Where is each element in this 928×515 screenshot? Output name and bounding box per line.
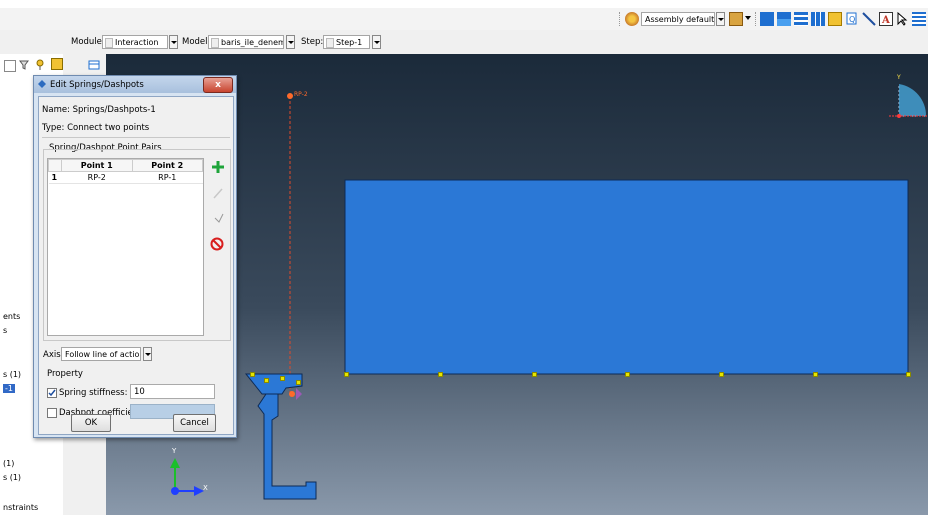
context-bar: Module: Interaction Model: baris_ile_den… [0,30,928,54]
camera-icon[interactable] [828,12,842,26]
cell-point1[interactable]: RP-2 [61,171,132,184]
node-marker [250,372,255,377]
chevron-down-icon[interactable] [744,14,752,22]
rp2-label: RP-2 [294,91,308,98]
assembly-defaults-combo[interactable]: Assembly defaults [641,12,715,26]
view-box-icon[interactable] [760,12,774,26]
rp1-arrow [296,388,302,400]
part-rectangle [344,179,909,375]
dialog-titlebar[interactable]: Edit Springs/Dashpots x [34,76,236,93]
pairs-group: Point 1 Point 2 1 RP-2 RP-1 [43,149,231,341]
view-columns-icon[interactable] [811,12,825,26]
dialog-body: Name: Springs/Dashpots-1 Type: Connect t… [38,96,234,435]
svg-text:A: A [881,15,890,26]
tree-item[interactable]: (1) [3,459,14,468]
tree-item[interactable]: s (1) [3,473,21,482]
assembly-defaults-label: Assembly defaults [645,15,715,24]
col-point1-header[interactable]: Point 1 [61,159,133,172]
node-marker [344,372,349,377]
spring-type: Type: Connect two points [42,123,150,133]
spring-name: Name: Springs/Dashpots-1 [42,105,156,115]
svg-text:Q: Q [849,15,855,24]
text-annotation-icon[interactable]: A [879,12,893,26]
axis-dropdown-arrow[interactable] [143,347,152,361]
toolbar-view: Assembly defaults Q A [0,8,928,31]
model-dropdown-arrow[interactable] [286,35,295,49]
edit-springs-dialog[interactable]: Edit Springs/Dashpots x Name: Springs/Da… [33,75,237,438]
tree-item-selected[interactable]: -1 [3,384,15,393]
dialog-title: Edit Springs/Dashpots [50,80,144,90]
tree-copy-icon[interactable] [4,60,16,72]
spring-stiffness-checkbox[interactable] [47,388,57,398]
row-index: 1 [48,171,62,184]
rp1-marker [289,391,295,397]
pick-icon[interactable] [211,212,225,226]
tree-item[interactable]: nstraints [3,503,38,512]
node-marker [438,372,443,377]
toolbox-icon[interactable] [88,59,100,71]
col-point2-header[interactable]: Point 2 [131,159,203,172]
ok-button[interactable]: OK [71,414,111,432]
delete-row-icon[interactable] [210,237,224,251]
dialog-app-icon [37,79,47,89]
step-dropdown-arrow[interactable] [372,35,381,49]
step-value: Step-1 [336,38,363,47]
module-value: Interaction [115,38,159,47]
view-layers-icon[interactable] [794,12,808,26]
palette-icon[interactable] [625,12,639,26]
triad-y-label: Y [172,447,177,455]
channel-part [257,393,317,500]
toolbar-grip [619,12,623,26]
table-icon[interactable] [912,12,926,26]
cancel-button[interactable]: Cancel [173,414,216,432]
line-arrow-icon[interactable] [862,12,876,26]
toolbar-grip [755,12,759,26]
module-combo[interactable]: Interaction [102,35,168,49]
add-row-icon[interactable] [211,160,225,174]
query-icon[interactable]: Q [845,12,859,26]
rp2-marker [287,93,293,99]
view-split-icon[interactable] [777,12,791,26]
edit-row-icon[interactable] [211,186,225,200]
dashpot-coefficient-checkbox[interactable] [47,408,57,418]
step-label: Step: [301,37,324,47]
pairs-table[interactable]: Point 1 Point 2 1 RP-2 RP-1 [47,158,204,336]
pointer-icon[interactable] [895,11,909,26]
tree-filter-icon[interactable] [19,60,29,70]
step-combo[interactable]: Step-1 [323,35,370,49]
model-label: Model: [182,37,211,47]
model-combo[interactable]: baris_ile_deneme [208,35,284,49]
channel-flange [244,373,303,395]
tree-pin-icon[interactable] [34,59,46,71]
mini-triad-label: Y [897,74,901,81]
node-marker [813,372,818,377]
render-style-icon[interactable] [729,12,743,26]
table-row[interactable]: 1 RP-2 RP-1 [48,171,203,184]
close-button[interactable]: x [203,77,233,93]
assembly-dropdown-arrow[interactable] [716,12,725,26]
tree-item[interactable]: s [3,326,7,335]
mini-triad-sector [899,84,927,116]
triad-x-label: X [203,484,208,492]
node-marker [264,378,269,383]
node-marker [719,372,724,377]
node-marker [625,372,630,377]
spring-stiffness-input[interactable]: 10 [130,384,215,399]
node-marker [296,380,301,385]
node-marker [280,376,285,381]
axis-value: Follow line of action [65,350,141,359]
tree-item[interactable]: s (1) [3,370,21,379]
tree-folder-icon[interactable] [51,58,63,70]
module-dropdown-arrow[interactable] [169,35,178,49]
tree-item[interactable]: ents [3,312,20,321]
node-marker [532,372,537,377]
divider [42,137,230,138]
module-label: Module: [71,37,105,47]
axis-combo[interactable]: Follow line of action [61,347,141,361]
node-marker [906,372,911,377]
spring-stiffness-label: Spring stiffness: [59,388,128,398]
model-value: baris_ile_deneme [221,38,284,47]
cell-point2[interactable]: RP-1 [132,171,203,184]
